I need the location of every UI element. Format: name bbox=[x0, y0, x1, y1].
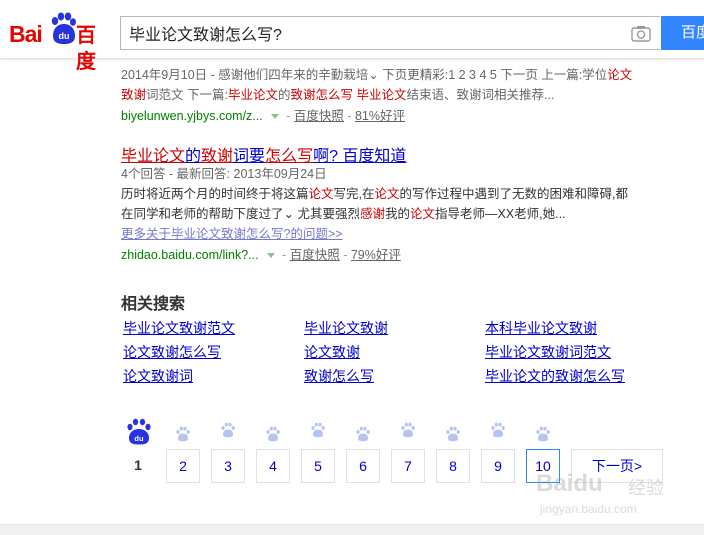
result2-snippet-line2: 在同学和老师的帮助下度过了⌄ 尤其要强烈感谢我的论文指导老师—XX老师,她... bbox=[121, 207, 566, 221]
result1-snippet-line2: 致谢词范文 下一篇:毕业论文的致谢怎么写 毕业论文结束语、致谢词相关推荐... bbox=[121, 88, 555, 102]
search-box bbox=[120, 16, 660, 50]
page-link[interactable]: 5 bbox=[301, 449, 335, 483]
paw-page-icon bbox=[311, 422, 325, 438]
result2-url-line: zhidao.baidu.com/link?... - 百度快照 - 79%好评 bbox=[121, 248, 401, 262]
search-button[interactable]: 百度 bbox=[661, 16, 704, 50]
page-current: 1 bbox=[121, 449, 155, 483]
paw-page-icon: du bbox=[127, 418, 151, 445]
watermark-brand: Baidu bbox=[536, 470, 603, 497]
result1-url[interactable]: biyelunwen.yjbys.com/z... bbox=[121, 109, 263, 123]
result1-url-line: biyelunwen.yjbys.com/z... - 百度快照 - 81%好评 bbox=[121, 109, 405, 123]
page-link[interactable]: 6 bbox=[346, 449, 380, 483]
result2-rating-link[interactable]: 79%好评 bbox=[351, 248, 401, 262]
logo-text-cn: 百度 bbox=[76, 25, 96, 73]
related-link[interactable]: 论文致谢 bbox=[304, 342, 360, 362]
paw-page-icon bbox=[266, 426, 280, 442]
watermark-url: jingyan.baidu.com bbox=[540, 502, 637, 516]
result2-title-link[interactable]: 毕业论文的致谢词要怎么写啊? 百度知道 bbox=[121, 142, 406, 166]
paw-page-icon bbox=[491, 422, 505, 438]
page-link[interactable]: 9 bbox=[481, 449, 515, 483]
logo-paw-text: du bbox=[59, 31, 70, 41]
paw-page-icon bbox=[176, 426, 190, 442]
page-link[interactable]: 4 bbox=[256, 449, 290, 483]
camera-icon[interactable] bbox=[631, 25, 651, 42]
result1-snippet-line1: 2014年9月10日 - 感谢他们四年来的辛勤栽培⌄ 下页更精彩:1 2 3 4… bbox=[121, 68, 633, 82]
related-link[interactable]: 论文致谢词 bbox=[123, 366, 193, 386]
result1-snapshot-link[interactable]: 百度快照 bbox=[294, 109, 344, 123]
search-input[interactable] bbox=[121, 17, 621, 49]
page-link[interactable]: 7 bbox=[391, 449, 425, 483]
logo-text-bai: Bai bbox=[9, 21, 43, 47]
result2-more-link-line: 更多关于毕业论文致谢怎么写?的问题>> bbox=[121, 225, 343, 244]
paw-page-icon bbox=[221, 422, 235, 438]
related-link[interactable]: 毕业论文致谢词范文 bbox=[485, 342, 611, 362]
result1-date: 2014年9月10日 bbox=[121, 68, 208, 82]
related-link[interactable]: 毕业论文致谢 bbox=[304, 318, 388, 338]
baidu-jingyan-watermark: Baidu 经验 jingyan.baidu.com bbox=[536, 468, 696, 522]
baidu-logo[interactable]: Bai du 百度 bbox=[9, 12, 113, 73]
page-link[interactable]: 3 bbox=[211, 449, 245, 483]
related-link[interactable]: 致谢怎么写 bbox=[304, 366, 374, 386]
related-searches-title: 相关搜索 bbox=[121, 296, 186, 313]
related-link[interactable]: 论文致谢怎么写 bbox=[123, 342, 221, 362]
result2-more-questions-link[interactable]: 更多关于毕业论文致谢怎么写?的问题>> bbox=[121, 227, 343, 241]
paw-page-icon bbox=[536, 426, 550, 442]
page-link[interactable]: 8 bbox=[436, 449, 470, 483]
related-link[interactable]: 本科毕业论文致谢 bbox=[485, 318, 597, 338]
result2-url[interactable]: zhidao.baidu.com/link?... bbox=[121, 248, 259, 262]
related-link[interactable]: 毕业论文致谢范文 bbox=[123, 318, 235, 338]
paw-page-icon bbox=[446, 426, 460, 442]
result2-meta: 4个回答 - 最新回答: 2013年09月24日 bbox=[121, 167, 327, 181]
caret-down-icon[interactable] bbox=[270, 113, 279, 119]
paw-page-icon bbox=[356, 426, 370, 442]
baidu-paw-logo-icon: du bbox=[51, 12, 76, 44]
result2-snippet-line1: 历时将近两个月的时间终于将这篇论文写完,在论文的写作过程中遇到了无数的困难和障碍… bbox=[121, 187, 629, 201]
page-link[interactable]: 2 bbox=[166, 449, 200, 483]
top-search-bar: Bai du 百度 百度 bbox=[0, 0, 704, 73]
bottom-bar bbox=[0, 524, 704, 535]
related-searches-grid: 毕业论文致谢范文 毕业论文致谢 本科毕业论文致谢 论文致谢怎么写 论文致谢 毕业… bbox=[123, 318, 683, 390]
result1-rating-link[interactable]: 81%好评 bbox=[355, 109, 405, 123]
related-link[interactable]: 毕业论文的致谢怎么写 bbox=[485, 366, 625, 386]
watermark-cn: 经验 bbox=[628, 478, 664, 498]
result2-snapshot-link[interactable]: 百度快照 bbox=[290, 248, 340, 262]
caret-down-icon[interactable] bbox=[266, 252, 275, 258]
pager-paw-text: du bbox=[134, 434, 144, 443]
paw-page-icon bbox=[401, 422, 415, 438]
